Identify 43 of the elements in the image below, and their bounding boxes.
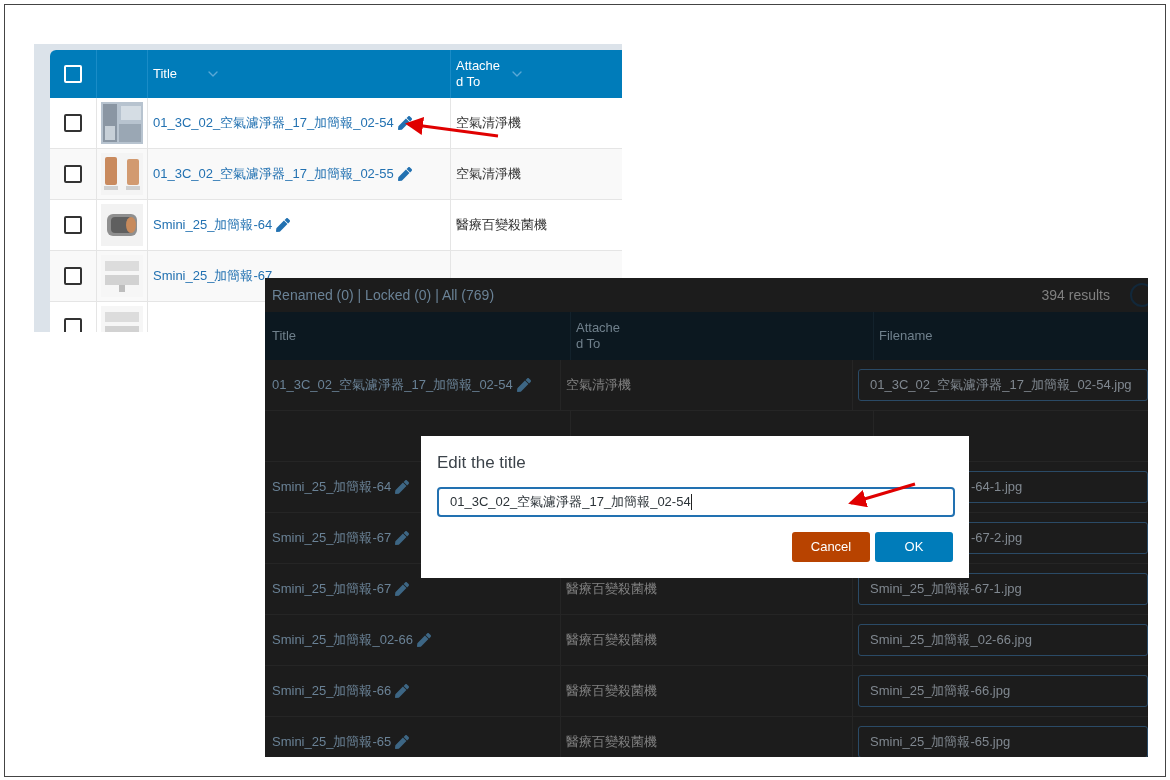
cancel-button[interactable]: Cancel — [792, 532, 870, 562]
select-all-checkbox[interactable] — [64, 65, 82, 83]
edit-icon[interactable] — [397, 116, 412, 130]
ok-button[interactable]: OK — [875, 532, 953, 562]
edit-icon[interactable] — [397, 167, 412, 181]
edit-icon — [395, 480, 410, 494]
filename-field: Smini_25_加簡報-66.jpg — [858, 675, 1148, 707]
table-cell-text: 醫療百變殺菌機 — [456, 216, 547, 235]
column-header: Filename — [879, 327, 933, 346]
row-checkbox[interactable] — [64, 216, 82, 234]
filename-field: Smini_25_加簡報-65.jpg — [858, 726, 1148, 757]
column-header: Title — [272, 327, 297, 346]
column-header: Attached To — [576, 320, 622, 352]
filename-field: Smini_25_加簡報_02-66.jpg — [858, 624, 1148, 656]
table-cell-text: 空氣清淨機 — [565, 376, 631, 395]
edit-icon[interactable] — [276, 218, 291, 232]
dialog-title: Edit the title — [437, 452, 527, 474]
edit-icon — [395, 531, 410, 545]
annotation-arrow — [848, 482, 916, 508]
filter-links: Renamed (0) | Locked (0) | All (769) — [272, 285, 495, 305]
column-header[interactable]: Attached To — [456, 58, 505, 90]
edit-icon — [395, 735, 410, 749]
table-cell-text: 醫療百變殺菌機 — [565, 631, 657, 650]
title-link[interactable]: Smini_25_加簡報-64 — [153, 215, 273, 235]
table-cell-text: 醫療百變殺菌機 — [565, 580, 657, 599]
edit-icon — [395, 582, 410, 596]
row-checkbox[interactable] — [64, 318, 82, 332]
edit-icon — [516, 378, 531, 392]
table-cell-text: 空氣清淨機 — [456, 165, 521, 184]
results-count: 394 results — [1041, 285, 1110, 305]
table-cell-text: 空氣清淨機 — [456, 114, 521, 133]
table-cell-text: 醫療百變殺菌機 — [565, 682, 657, 701]
filename-field: 01_3C_02_空氣濾淨器_17_加簡報_02-54.jpg — [858, 369, 1148, 401]
table-cell-text: 醫療百變殺菌機 — [565, 733, 657, 752]
row-checkbox[interactable] — [64, 114, 82, 132]
edit-icon — [395, 684, 410, 698]
row-checkbox[interactable] — [64, 267, 82, 285]
title-link[interactable]: 01_3C_02_空氣濾淨器_17_加簡報_02-55 — [153, 164, 394, 184]
title-link[interactable]: 01_3C_02_空氣濾淨器_17_加簡報_02-54 — [153, 113, 394, 133]
edit-icon — [416, 633, 431, 647]
column-header[interactable]: Title — [153, 64, 178, 84]
row-checkbox[interactable] — [64, 165, 82, 183]
title-input[interactable]: 01_3C_02_空氣濾淨器_17_加簡報_02-54 — [437, 487, 955, 517]
